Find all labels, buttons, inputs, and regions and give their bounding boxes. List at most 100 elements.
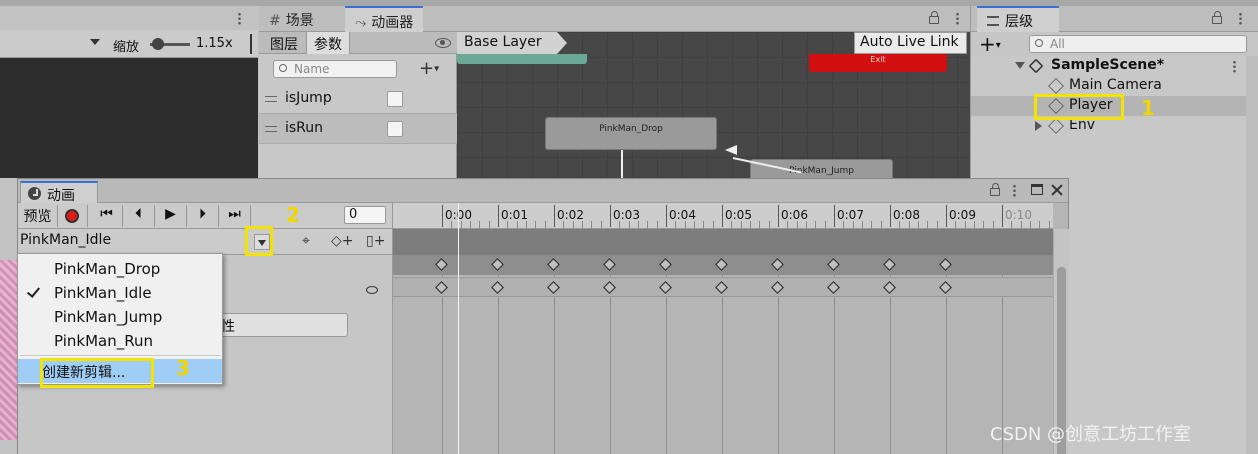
hierarchy-item[interactable]: Main Camera [971, 76, 1247, 96]
play-button[interactable]: ▶ [155, 205, 187, 227]
tab-scene[interactable]: # 场景 [259, 6, 324, 32]
keyframe-diamond[interactable] [547, 281, 560, 294]
state-node[interactable]: PinkMan_Drop [545, 117, 717, 150]
lock-icon[interactable] [990, 183, 1000, 196]
zoom-slider-handle[interactable] [152, 38, 164, 50]
keyframe-diamond[interactable] [491, 281, 504, 294]
add-keyframe-target-icon[interactable]: ⌖ [302, 233, 310, 249]
keyframe-diamond[interactable] [827, 258, 840, 271]
keyframe-diamond[interactable] [939, 281, 952, 294]
maximize-icon[interactable] [1031, 184, 1043, 195]
keyframe-diamond[interactable] [715, 258, 728, 271]
foldout-arrow-icon[interactable] [1015, 62, 1025, 69]
annotation-number: 3 [176, 356, 190, 380]
hierarchy-scrollbar[interactable] [1246, 56, 1258, 454]
hierarchy-tab-bar: 层级 [970, 6, 1258, 32]
parameter-search-input[interactable]: Name [273, 60, 397, 78]
keyframe-diamond[interactable] [827, 281, 840, 294]
kebab-menu-icon[interactable] [1239, 12, 1242, 25]
playhead[interactable] [458, 203, 459, 454]
hierarchy-search-input[interactable]: All [1029, 35, 1247, 53]
frame-input[interactable]: 0 [344, 206, 386, 224]
menu-item-clip[interactable]: PinkMan_Run [18, 329, 222, 353]
add-keyframe-icon[interactable]: ◇+ [331, 233, 354, 249]
kebab-menu-icon[interactable] [956, 12, 959, 25]
first-key-button[interactable]: ⏮ [91, 205, 123, 227]
zoom-value: 1.15x [196, 36, 233, 51]
create-button[interactable]: +▾ [979, 32, 1001, 56]
keyframe-diamond[interactable] [547, 258, 560, 271]
prev-key-button[interactable]: ⏴ [123, 205, 155, 227]
menu-item-clip[interactable]: PinkMan_Idle [18, 281, 222, 305]
preview-button[interactable]: 预览 [18, 205, 58, 227]
hash-icon: # [269, 13, 281, 29]
keyframe-diamond[interactable] [435, 281, 448, 294]
annotation-box-player [1034, 94, 1124, 120]
keyframe-diamond[interactable] [491, 258, 504, 271]
parameter-row[interactable]: isJump [259, 84, 457, 114]
keyframe-diamond[interactable] [435, 258, 448, 271]
keyframe-diamond[interactable] [603, 258, 616, 271]
keyframe-toggle-icon[interactable] [366, 286, 378, 294]
tab-animation[interactable]: 动画 [20, 181, 98, 204]
tab-hierarchy[interactable]: 层级 [977, 6, 1059, 32]
keyframe-diamond[interactable] [715, 281, 728, 294]
breadcrumb[interactable]: Base Layer [457, 32, 567, 54]
chevron-down-icon[interactable] [90, 39, 100, 45]
last-key-button[interactable]: ⏭ [219, 205, 251, 227]
kebab-menu-icon[interactable] [238, 12, 241, 25]
lock-icon[interactable] [929, 11, 939, 24]
lock-icon[interactable] [1212, 11, 1222, 24]
close-icon[interactable] [1050, 183, 1064, 197]
parameter-checkbox[interactable] [387, 91, 403, 107]
add-event-icon[interactable]: ▯+ [366, 233, 385, 249]
kebab-menu-icon[interactable] [1013, 184, 1016, 197]
tick-minor [964, 221, 966, 229]
transition-line[interactable] [621, 150, 623, 178]
parameter-row[interactable]: isRun [259, 114, 457, 144]
parameter-name: isJump [285, 90, 332, 106]
next-key-button[interactable]: ⏵ [187, 205, 219, 227]
clip-dropdown-label[interactable]: PinkMan_Idle [20, 232, 111, 248]
keyframe-diamond[interactable] [771, 281, 784, 294]
scene-toolbar: 缩放 1.15x [0, 12, 258, 58]
keyframe-diamond[interactable] [883, 258, 896, 271]
menu-item-clip[interactable]: PinkMan_Jump [18, 305, 222, 329]
menu-item-clip[interactable]: PinkMan_Drop [18, 257, 222, 281]
record-button[interactable] [58, 205, 88, 227]
parameter-checkbox[interactable] [387, 121, 403, 137]
step-forward-icon: ⏵ [199, 206, 206, 222]
tick-minor [983, 221, 985, 229]
exit-state-node[interactable]: Exit [809, 54, 947, 72]
record-icon [65, 209, 79, 223]
animator-graph[interactable]: Base Layer Auto Live Link Exit PinkMan_D… [457, 32, 970, 183]
foldout-arrow-icon[interactable] [1035, 121, 1042, 131]
kebab-menu-icon[interactable] [1233, 60, 1236, 73]
tick-minor [918, 221, 919, 229]
tick-line [890, 205, 891, 227]
add-parameter-button[interactable]: +▾ [419, 58, 439, 79]
tick-minor [740, 221, 742, 229]
keyframe-diamond[interactable] [659, 258, 672, 271]
keyframe-diamond[interactable] [939, 258, 952, 271]
dopesheet-timeline[interactable]: 0:000:010:020:030:040:050:060:070:080:09… [392, 203, 1069, 454]
scene-row[interactable]: SampleScene* [971, 56, 1247, 76]
keyframe-diamond[interactable] [603, 281, 616, 294]
scene-viewport[interactable] [0, 58, 258, 178]
auto-live-link-button[interactable]: Auto Live Link [854, 32, 967, 54]
timeline-ruler[interactable]: 0:000:010:020:030:040:050:060:070:080:09… [393, 203, 1053, 229]
tick-minor [871, 221, 873, 229]
subtab-parameters[interactable]: 参数 [306, 32, 350, 54]
eye-icon[interactable] [435, 38, 451, 48]
tick-minor [824, 221, 826, 229]
drag-handle-icon[interactable] [265, 96, 277, 102]
drag-handle-icon[interactable] [265, 126, 277, 132]
entry-state-node[interactable] [457, 54, 587, 64]
tab-animator[interactable]: ⤳ 动画器 [345, 6, 424, 32]
keyframe-diamond[interactable] [659, 281, 672, 294]
tick-label: 0:05 [725, 208, 752, 222]
keyframe-diamond[interactable] [771, 258, 784, 271]
tick-minor [806, 221, 807, 229]
subtab-layers[interactable]: 图层 [263, 32, 305, 54]
keyframe-diamond[interactable] [883, 281, 896, 294]
